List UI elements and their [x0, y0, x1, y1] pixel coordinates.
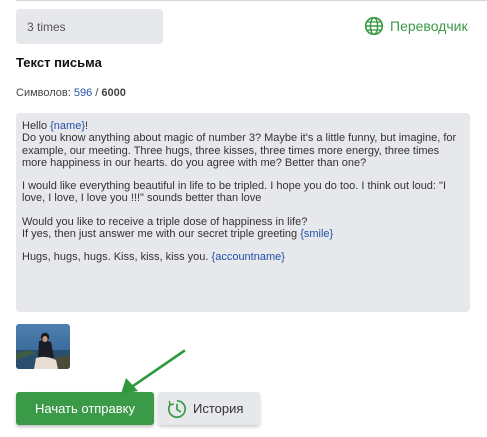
- translator-link[interactable]: Переводчик: [364, 16, 468, 36]
- signoff-line: Hugs, hugs, hugs. Kiss, kiss, kiss you. …: [22, 251, 285, 264]
- name-variable: {name}: [50, 120, 85, 132]
- counter-separator: /: [95, 87, 99, 99]
- counter-label: Символов:: [16, 87, 71, 99]
- globe-icon: [364, 16, 384, 36]
- counter-current: 596: [73, 87, 93, 99]
- paragraph-3-line-1: Would you like to receive a triple dose …: [22, 215, 308, 228]
- paragraph-2: I would like everything beautiful in lif…: [22, 180, 450, 205]
- translator-label: Переводчик: [390, 18, 468, 34]
- start-sending-label: Начать отправку: [34, 401, 136, 416]
- message-textarea[interactable]: Hello {name}! Do you know anything about…: [16, 113, 470, 312]
- char-counter: Символов: 596 / 6000: [16, 87, 126, 99]
- start-sending-button[interactable]: Начать отправку: [16, 392, 154, 425]
- accountname-variable: {accountname}: [211, 251, 285, 264]
- history-label: История: [193, 401, 244, 416]
- top-divider: [16, 0, 487, 1]
- greeting-line: Hello {name}!: [22, 120, 89, 132]
- subject-input[interactable]: 3 times: [16, 9, 163, 44]
- subject-value: 3 times: [27, 20, 66, 34]
- history-clock-icon: [167, 399, 186, 418]
- paragraph-1: Do you know anything about magic of numb…: [22, 132, 460, 169]
- message-title: Текст письма: [16, 55, 102, 70]
- smile-variable: {smile}: [300, 228, 334, 241]
- paragraph-3-line-2: If yes, then just answer me with our sec…: [22, 228, 334, 241]
- counter-max: 6000: [101, 87, 126, 99]
- attached-photo-thumbnail[interactable]: [16, 324, 70, 369]
- history-button[interactable]: История: [158, 392, 260, 425]
